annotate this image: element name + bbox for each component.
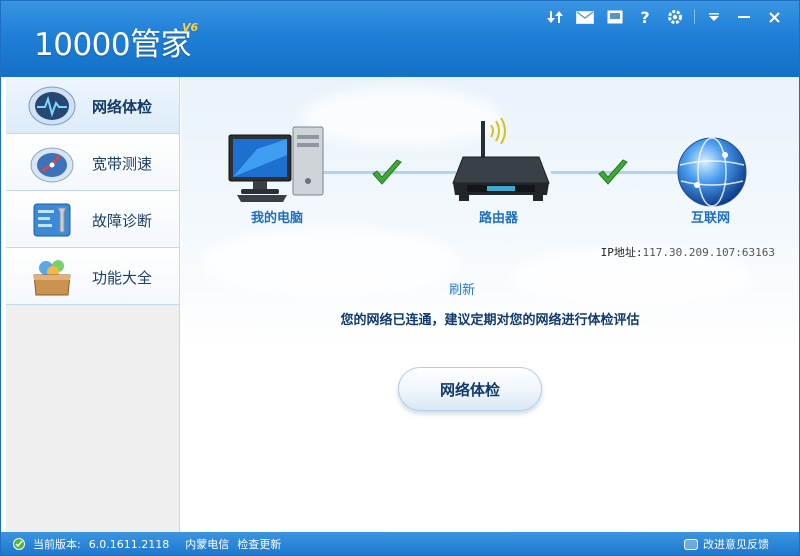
check-update-link[interactable]: 检查更新	[237, 536, 281, 552]
titlebar-separator	[694, 10, 695, 24]
network-check-button[interactable]: 网络体检	[398, 367, 542, 411]
router-device	[451, 117, 551, 209]
network-check-panel: 我的电脑 路由器 互联网 IP地址:117.30.209.107:63163 刷…	[181, 77, 799, 532]
status-ok-icon	[13, 538, 25, 550]
isp-name: 内蒙电信	[185, 538, 230, 551]
sidebar-item-label: 故障诊断	[92, 212, 153, 230]
sidebar-item-network-check[interactable]: 网络体检	[6, 77, 179, 134]
app-title: 10000管家	[34, 27, 192, 63]
network-check-icon	[28, 84, 76, 128]
app-window: 10000管家 V6 ? 网络体检 宽带测速 故障诊断 功能大全 我的电脑 路由…	[0, 0, 800, 556]
refresh-arrows-icon[interactable]	[540, 5, 570, 29]
close-icon[interactable]	[759, 5, 789, 29]
globe-icon	[677, 137, 747, 207]
ip-address-row: IP地址:117.30.209.107:63163	[601, 244, 775, 260]
internet-label: 互联网	[691, 211, 731, 226]
feedback-label: 改进意见反馈	[703, 538, 769, 551]
check-icon	[371, 159, 403, 191]
refresh-link[interactable]: 刷新	[449, 279, 475, 298]
computer-device	[227, 125, 327, 207]
title-bar[interactable]: 10000管家 V6 ?	[1, 1, 799, 77]
sidebar-item-all-functions[interactable]: 功能大全	[6, 248, 179, 305]
sidebar-nav: 网络体检 宽带测速 故障诊断 功能大全	[6, 77, 180, 532]
background-cloud	[201, 227, 461, 297]
skin-icon[interactable]	[600, 5, 630, 29]
feedback-link[interactable]: 改进意见反馈	[684, 536, 769, 552]
sidebar-item-label: 宽带测速	[92, 155, 153, 173]
svg-text:?: ?	[640, 9, 649, 25]
titlebar-controls: ?	[540, 5, 789, 29]
settings-icon[interactable]	[660, 5, 690, 29]
computer-icon	[228, 126, 324, 202]
help-icon[interactable]: ?	[630, 5, 660, 29]
sidebar-item-speed-test[interactable]: 宽带测速	[6, 134, 179, 191]
minimize-icon[interactable]	[729, 5, 759, 29]
ip-address-value: 117.30.209.107:63163	[642, 246, 775, 259]
version-label: 当前版本: 6.0.1611.2118	[33, 538, 170, 551]
mail-icon[interactable]	[570, 5, 600, 29]
sidebar-item-label: 网络体检	[92, 98, 153, 116]
ip-address-label: IP地址:	[600, 246, 643, 259]
speedometer-icon	[28, 141, 76, 185]
status-bar: 当前版本: 6.0.1611.2118 内蒙电信 检查更新 改进意见反馈	[1, 532, 799, 555]
status-bar-left: 当前版本: 6.0.1611.2118 内蒙电信 检查更新	[13, 536, 289, 552]
app-version-badge: V6	[182, 21, 199, 34]
sidebar-item-diagnosis[interactable]: 故障诊断	[6, 191, 179, 248]
menu-dropdown-icon[interactable]	[699, 5, 729, 29]
internet-device	[675, 135, 749, 213]
check-icon	[597, 159, 629, 191]
diagnosis-tool-icon	[28, 198, 76, 242]
network-status-message: 您的网络已连通，建议定期对您的网络进行体检评估	[340, 313, 640, 328]
router-icon	[452, 117, 550, 201]
sidebar-item-label: 功能大全	[92, 269, 153, 287]
computer-label: 我的电脑	[251, 211, 304, 226]
router-label: 路由器	[479, 211, 519, 226]
toolbox-icon	[28, 255, 76, 299]
feedback-icon	[684, 538, 698, 550]
